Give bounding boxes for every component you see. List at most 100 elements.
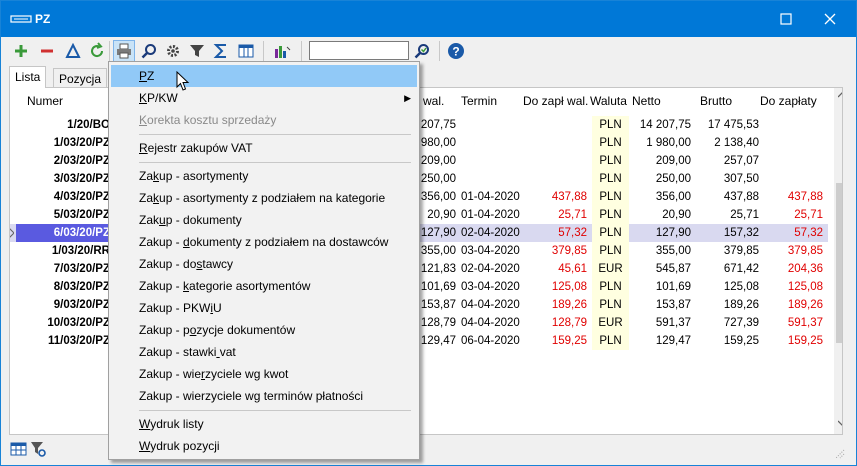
cell-numer: 1/20/BO (67, 119, 110, 131)
cell-brutto: 17 475,53 (707, 119, 759, 131)
cell-do-zaplaty: 57,32 (794, 227, 823, 239)
cell-termin: 04-04-2020 (461, 299, 520, 311)
cell-numer: 7/03/20/PZ (53, 263, 110, 275)
menu-item-label: Zakup - asortymenty (139, 169, 249, 183)
menu-item[interactable]: Zakup - asortymenty (111, 165, 417, 187)
menu-item: Korekta kosztu sprzedaży (111, 109, 417, 131)
cell-termin (461, 152, 523, 170)
cell-do-zaplaty: 125,08 (787, 281, 823, 293)
cell-brutto: 2 138,40 (714, 137, 759, 149)
cell-numer: 6/03/20/PZ (16, 224, 110, 242)
find-button[interactable] (138, 40, 160, 62)
filter-settings-icon[interactable] (30, 441, 46, 457)
header-termin[interactable]: Termin (461, 88, 497, 114)
cell-brutto: 307,50 (723, 173, 759, 185)
cell-netto: 14 207,75 (639, 119, 691, 131)
header-do-zapl-wal[interactable]: Do zapł wal. (523, 88, 588, 114)
cell-numer: 1/03/20/RR (51, 245, 110, 257)
header-netto[interactable]: Netto (632, 88, 661, 114)
tab-lista[interactable]: Lista (9, 66, 47, 88)
mouse-cursor-icon (176, 71, 190, 91)
cell-waluta: PLN (592, 242, 629, 260)
menu-item-label: Wydruk pozycji (139, 439, 220, 453)
menu-item[interactable]: Zakup - dokumenty (111, 209, 417, 231)
menu-item-label: Zakup - dostawcy (139, 257, 234, 271)
header-waluta[interactable]: Waluta (590, 88, 627, 114)
cell-netto: 127,90 (655, 227, 691, 239)
cell-netto: 545,87 (655, 263, 691, 275)
columns-icon (238, 44, 254, 58)
cell-termin: 06-04-2020 (461, 335, 520, 347)
sum-button[interactable] (210, 40, 232, 62)
search-go-button[interactable] (411, 40, 433, 62)
header-do-zaplaty[interactable]: Do zapłaty (760, 88, 817, 114)
scrollbar-thumb[interactable] (836, 183, 842, 343)
menu-item[interactable]: Rejestr zakupów VAT (111, 137, 417, 159)
cell-waluta: PLN (592, 116, 629, 134)
refresh-button[interactable] (86, 40, 108, 62)
maximize-button[interactable] (764, 1, 808, 37)
cell-waluta: PLN (592, 224, 629, 242)
search-input[interactable] (309, 41, 409, 60)
triangle-button[interactable] (62, 40, 84, 62)
filter-icon (190, 45, 204, 57)
remove-icon (41, 49, 53, 53)
resize-grip-icon[interactable] (833, 447, 845, 459)
cell-brutto: 159,25 (723, 335, 759, 347)
print-button[interactable] (113, 40, 135, 62)
menu-item[interactable]: Wydruk pozycji (111, 435, 417, 457)
remove-button[interactable] (36, 40, 58, 62)
cell-do-zaplaty: 379,85 (787, 245, 823, 257)
menu-item[interactable]: PZ (111, 65, 417, 87)
menu-item[interactable]: Zakup - dostawcy (111, 253, 417, 275)
search-go-icon (414, 44, 429, 59)
add-button[interactable] (10, 40, 32, 62)
row-indicator-icon (10, 227, 15, 239)
cell-termin: 04-04-2020 (461, 317, 520, 329)
cell-do-zaplaty (759, 116, 823, 134)
menu-item-label: Zakup - PKWiU (139, 301, 222, 315)
settings-button[interactable] (162, 40, 184, 62)
menu-separator (139, 410, 411, 411)
chart-button[interactable] (271, 40, 293, 62)
menu-separator (139, 162, 411, 163)
filter-button[interactable] (186, 40, 208, 62)
cell-waluta: PLN (592, 188, 629, 206)
help-button[interactable]: ? (445, 40, 467, 62)
menu-item-label: Rejestr zakupów VAT (139, 141, 253, 155)
cell-numer: 8/03/20/PZ (53, 281, 110, 293)
cell-do-zaplaty (759, 170, 823, 188)
menu-item[interactable]: Zakup - stawki vat (111, 341, 417, 363)
header-brutto[interactable]: Brutto (700, 88, 732, 114)
header-numer[interactable]: Numer (27, 88, 63, 114)
cell-termin: 02-04-2020 (461, 263, 520, 275)
columns-button[interactable] (235, 40, 257, 62)
menu-item[interactable]: Zakup - PKWiU (111, 297, 417, 319)
print-dropdown-menu: PZ KP/KW ▶ Korekta kosztu sprzedaży Rejestr … (108, 61, 420, 460)
cell-brutto: 189,26 (723, 299, 759, 311)
sum-icon (213, 44, 226, 58)
cell-termin: 03-04-2020 (461, 245, 520, 257)
grid-view-icon[interactable] (10, 441, 28, 457)
menu-item-label: Zakup - asortymenty z podziałem na kateg… (139, 191, 386, 205)
menu-item[interactable]: Wydruk listy (111, 413, 417, 435)
cell-do-zaplaty: 25,71 (794, 209, 823, 221)
menu-item[interactable]: Zakup - dokumenty z podziałem na dostawc… (111, 231, 417, 253)
scroll-down-icon[interactable] (838, 420, 843, 426)
close-button[interactable] (808, 1, 852, 37)
cell-netto: 20,90 (662, 209, 691, 221)
triangle-icon (65, 43, 81, 58)
menu-item[interactable]: Zakup - kategorie asortymentów (111, 275, 417, 297)
header-wal[interactable]: wal. (423, 88, 444, 114)
menu-item[interactable]: KP/KW ▶ (111, 87, 417, 109)
menu-item[interactable]: Zakup - wierzyciele wg kwot (111, 363, 417, 385)
menu-item[interactable]: Zakup - wierzyciele wg terminów płatnośc… (111, 385, 417, 407)
scroll-up-icon[interactable] (838, 92, 843, 98)
vertical-scrollbar[interactable] (834, 88, 843, 434)
menu-item[interactable]: Zakup - pozycje dokumentów (111, 319, 417, 341)
menu-separator (139, 134, 411, 135)
cell-waluta: PLN (592, 134, 629, 152)
tab-pozycja[interactable]: Pozycja (53, 68, 108, 88)
menu-item[interactable]: Zakup - asortymenty z podziałem na kateg… (111, 187, 417, 209)
cell-termin: 01-04-2020 (461, 209, 520, 221)
